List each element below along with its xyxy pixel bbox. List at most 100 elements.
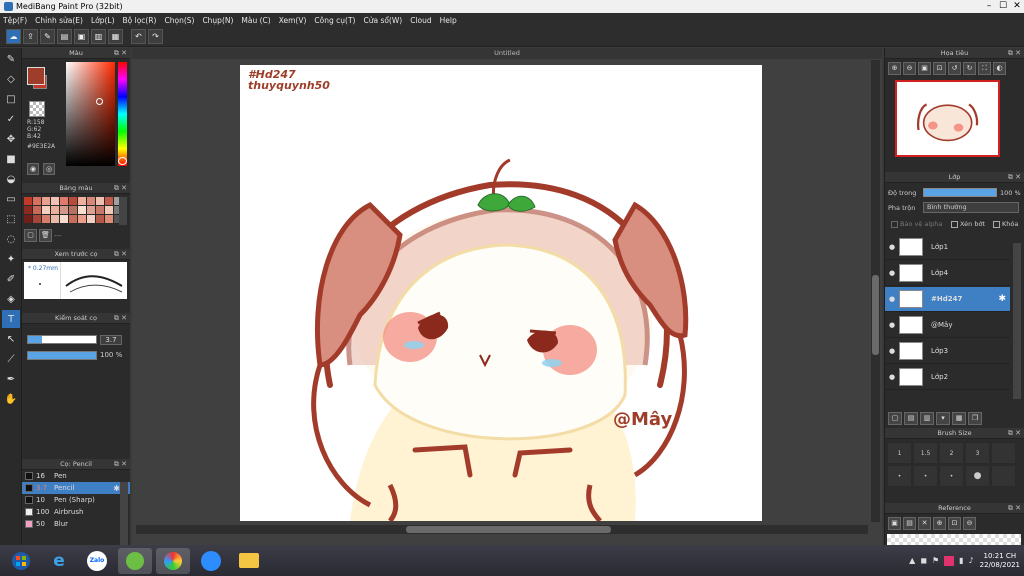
- vertical-scrollbar[interactable]: [871, 60, 880, 522]
- clipping-checkbox[interactable]: Xén bớt: [951, 220, 985, 228]
- redo-icon[interactable]: ↷: [148, 29, 163, 44]
- palette-swatch[interactable]: [33, 197, 41, 205]
- lasso-tool-icon[interactable]: ◌: [2, 230, 20, 248]
- main-color-swatch[interactable]: [27, 67, 45, 85]
- panel-close-icon[interactable]: ⧉ ✕: [1008, 48, 1021, 59]
- network-icon[interactable]: ▮: [959, 556, 963, 565]
- panel-close-icon[interactable]: ⧉ ✕: [1008, 503, 1021, 514]
- palette-swatch[interactable]: [69, 197, 77, 205]
- layer-visible-icon[interactable]: ●: [885, 373, 899, 381]
- drawing-canvas[interactable]: #Hd247 thuyquynh50 @Mây: [240, 65, 762, 521]
- palette-swatch[interactable]: [51, 215, 59, 223]
- reference-zoom-out-icon[interactable]: ⊖: [963, 517, 976, 530]
- maximize-button[interactable]: ☐: [996, 0, 1010, 13]
- layer-visible-icon[interactable]: ●: [885, 269, 899, 277]
- undo-icon[interactable]: ↶: [131, 29, 146, 44]
- clock[interactable]: 10:21 CH 22/08/2021: [980, 552, 1020, 570]
- save-icon[interactable]: ▣: [74, 29, 89, 44]
- export-icon[interactable]: ⇪: [23, 29, 38, 44]
- tray-arrow-icon[interactable]: ▲: [909, 556, 915, 565]
- layer-row[interactable]: ● Lớp3: [885, 339, 1010, 364]
- comment-icon[interactable]: ✎: [40, 29, 55, 44]
- new-layer-icon[interactable]: ▢: [888, 412, 902, 425]
- layer-row[interactable]: ● Lớp4: [885, 261, 1010, 286]
- hue-cursor[interactable]: [118, 157, 127, 165]
- palette-swatch[interactable]: [78, 215, 86, 223]
- app-green-icon[interactable]: [118, 547, 152, 574]
- zoom-app-icon[interactable]: [194, 548, 228, 574]
- select-pen-icon[interactable]: ✓: [2, 110, 20, 128]
- layer-visible-icon[interactable]: ●: [885, 321, 899, 329]
- flip-icon[interactable]: ◐: [993, 62, 1006, 75]
- palette-swatch[interactable]: [24, 197, 32, 205]
- palette-swatch[interactable]: [51, 206, 59, 214]
- file-explorer-icon[interactable]: [232, 548, 266, 574]
- navigator-thumbnail[interactable]: [895, 80, 1000, 157]
- transparent-swatch[interactable]: [29, 101, 45, 117]
- palette-swatch[interactable]: [69, 215, 77, 223]
- brush-size-dot[interactable]: [991, 465, 1016, 487]
- document-tab[interactable]: Untitled: [132, 48, 882, 59]
- palette-swatch[interactable]: [42, 206, 50, 214]
- brush-size-dot[interactable]: ●: [965, 465, 990, 487]
- brush-size-option[interactable]: 2: [939, 442, 964, 464]
- layer-row-selected[interactable]: ● #Hd247 ✱: [885, 287, 1010, 312]
- select-tool-icon[interactable]: ⬚: [2, 210, 20, 228]
- menu-select[interactable]: Chọn(S): [164, 16, 194, 25]
- layer-visible-icon[interactable]: ●: [885, 243, 899, 251]
- panel-close-icon[interactable]: ⧉ ✕: [1008, 172, 1021, 183]
- layer-row[interactable]: ● Lớp1: [885, 235, 1010, 260]
- brush-size-slider[interactable]: [27, 335, 97, 344]
- palette-swatch[interactable]: [78, 206, 86, 214]
- palette-add-icon[interactable]: ▢: [24, 229, 37, 242]
- brush-size-value[interactable]: 3.7: [100, 335, 122, 345]
- panel-close-icon[interactable]: ⧉ ✕: [114, 249, 127, 260]
- open-icon[interactable]: ▤: [57, 29, 72, 44]
- panel-close-icon[interactable]: ⧉ ✕: [114, 313, 127, 324]
- operation-tool-icon[interactable]: ↖: [2, 330, 20, 348]
- brush-list-scrollbar[interactable]: [120, 482, 128, 546]
- new-halftone-layer-icon[interactable]: ▤: [904, 412, 918, 425]
- move-tool-icon[interactable]: ✥: [2, 130, 20, 148]
- palette-swatch[interactable]: [60, 197, 68, 205]
- internet-explorer-icon[interactable]: e: [42, 548, 76, 574]
- color-wheel-icon[interactable]: ◉: [27, 163, 39, 175]
- menu-view[interactable]: Xem(V): [279, 16, 307, 25]
- layer-row[interactable]: ● @Mây: [885, 313, 1010, 338]
- palette-swatch[interactable]: [87, 206, 95, 214]
- select-eraser-icon[interactable]: ◈: [2, 290, 20, 308]
- fit-icon[interactable]: ▣: [918, 62, 931, 75]
- brush-size-option[interactable]: [991, 442, 1016, 464]
- palette-swatch[interactable]: [105, 206, 113, 214]
- palette-swatch[interactable]: [78, 197, 86, 205]
- menu-file[interactable]: Tệp(F): [3, 16, 27, 25]
- page-icon[interactable]: ▥: [91, 29, 106, 44]
- menu-edit[interactable]: Chỉnh sửa(E): [35, 16, 83, 25]
- palette-scrollbar[interactable]: [119, 197, 127, 225]
- bucket-tool-icon[interactable]: ◒: [2, 170, 20, 188]
- horizontal-scrollbar[interactable]: [136, 525, 868, 534]
- layer-opacity-slider[interactable]: [923, 188, 997, 197]
- tray-flag-icon[interactable]: ⚑: [932, 556, 939, 565]
- tray-app-icon[interactable]: ◼: [920, 556, 927, 565]
- brush-item[interactable]: 50 Blur: [22, 518, 130, 530]
- divide-tool-icon[interactable]: ⟋: [2, 350, 20, 368]
- cloud-icon[interactable]: ☁: [6, 29, 21, 44]
- palette-swatch[interactable]: [24, 215, 32, 223]
- zoom-out-icon[interactable]: ⊖: [903, 62, 916, 75]
- brush-size-dot[interactable]: •: [939, 465, 964, 487]
- layer-folder-icon[interactable]: ▦: [952, 412, 966, 425]
- panel-close-icon[interactable]: ⧉ ✕: [114, 183, 127, 194]
- brush-size-dot[interactable]: •: [913, 465, 938, 487]
- palette-swatch[interactable]: [60, 206, 68, 214]
- brush-item-selected[interactable]: 3.7 Pencil ✱: [22, 482, 130, 494]
- reference-fit-icon[interactable]: ⊡: [948, 517, 961, 530]
- layer-visible-icon[interactable]: ●: [885, 347, 899, 355]
- select-brush-icon[interactable]: ✐: [2, 270, 20, 288]
- brush-tool-icon[interactable]: ✎: [2, 50, 20, 68]
- eyedropper-icon[interactable]: ✒: [2, 370, 20, 388]
- zoom-in-icon[interactable]: ⊕: [888, 62, 901, 75]
- palette-swatch[interactable]: [42, 215, 50, 223]
- menu-window[interactable]: Cửa sổ(W): [363, 16, 402, 25]
- alpha-protect-checkbox[interactable]: Bảo vệ alpha: [891, 220, 942, 228]
